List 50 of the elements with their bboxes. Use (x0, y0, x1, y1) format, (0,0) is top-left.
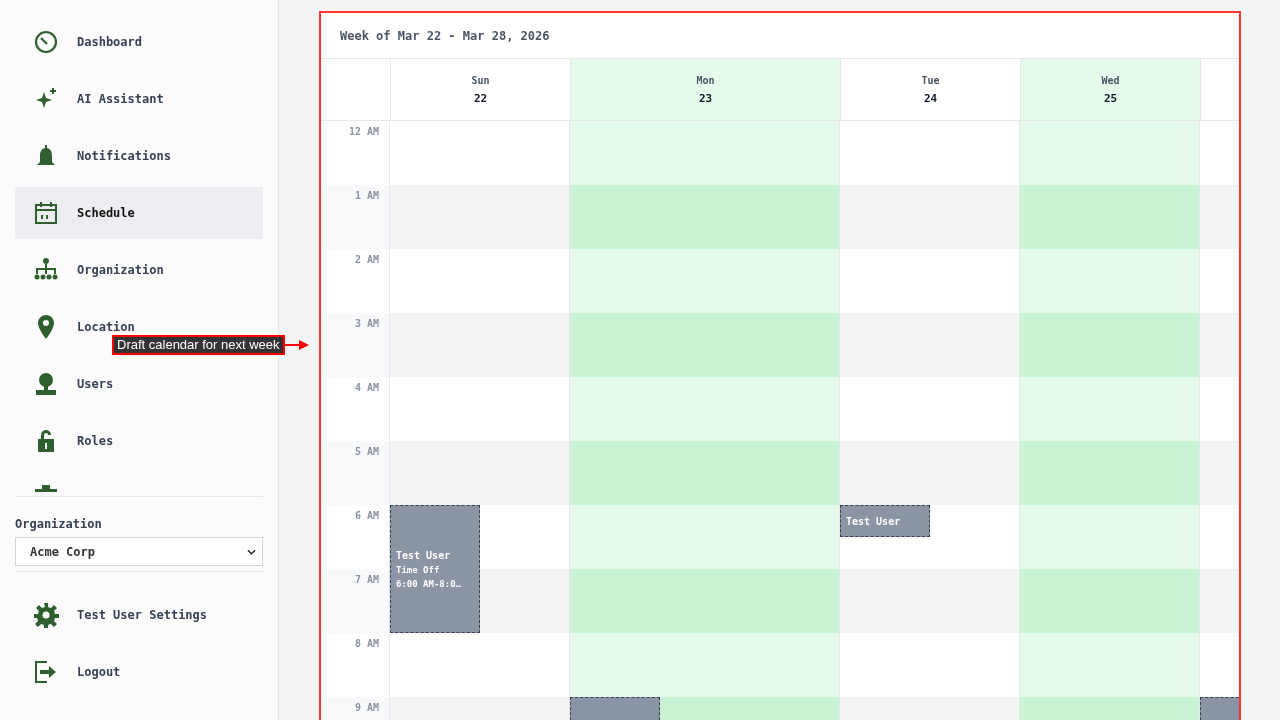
time-slot[interactable] (1020, 569, 1200, 633)
nav-link[interactable]: Location (77, 320, 135, 334)
time-slot[interactable] (390, 313, 570, 377)
settings-icon (33, 602, 59, 628)
nav-link[interactable]: Notifications (77, 149, 171, 163)
time-slot[interactable] (840, 185, 1020, 249)
time-slot[interactable] (1020, 505, 1200, 569)
time-slot[interactable] (1020, 249, 1200, 313)
hour-label: 5 AM (321, 441, 390, 505)
time-slot[interactable] (570, 441, 840, 505)
hour-label: 1 AM (321, 185, 390, 249)
nav-link[interactable]: Test User Settings (77, 608, 208, 622)
time-slot[interactable] (390, 441, 570, 505)
hour-label: 9 AM (321, 697, 390, 720)
nav-link[interactable]: Roles (77, 434, 114, 448)
day-header: Mon 23 (571, 59, 841, 120)
gauge-icon (33, 29, 59, 55)
time-slot[interactable] (570, 249, 840, 313)
time-slot[interactable] (1020, 185, 1200, 249)
nav-link[interactable]: Organization (77, 263, 164, 277)
hour-label: 7 AM (321, 569, 390, 633)
time-slot[interactable] (840, 441, 1020, 505)
nav-link[interactable]: Logout (77, 665, 121, 679)
time-slot[interactable] (840, 313, 1020, 377)
day-header: Wed 25 (1021, 59, 1201, 120)
time-slot[interactable] (840, 569, 1020, 633)
annotation-arrow (284, 340, 309, 350)
hour-label: 3 AM (321, 313, 390, 377)
calendar-icon (33, 200, 59, 226)
time-slot[interactable] (570, 505, 840, 569)
time-slot[interactable] (570, 569, 840, 633)
organization-label: Organization (15, 517, 103, 531)
nav-link[interactable]: AI Assistant (77, 92, 164, 106)
annotation-tooltip: Draft calendar for next week (112, 335, 285, 355)
time-slot[interactable] (570, 377, 840, 441)
time-slot[interactable] (570, 121, 840, 185)
time-slot[interactable] (390, 185, 570, 249)
nav-link[interactable]: Users (77, 377, 114, 391)
time-slot[interactable] (1020, 121, 1200, 185)
time-slot[interactable] (1020, 441, 1200, 505)
time-slot[interactable] (1020, 377, 1200, 441)
nav-link[interactable]: Dashboard (77, 35, 143, 49)
chevron-icon (247, 548, 256, 555)
time-slot[interactable] (1020, 313, 1200, 377)
user-icon (33, 371, 59, 397)
time-slot[interactable] (570, 313, 840, 377)
organization-select[interactable]: Acme Corp (15, 537, 263, 566)
nav-item[interactable]: Schedule (15, 187, 263, 239)
time-slot[interactable] (480, 569, 570, 633)
time-slot[interactable] (570, 185, 840, 249)
